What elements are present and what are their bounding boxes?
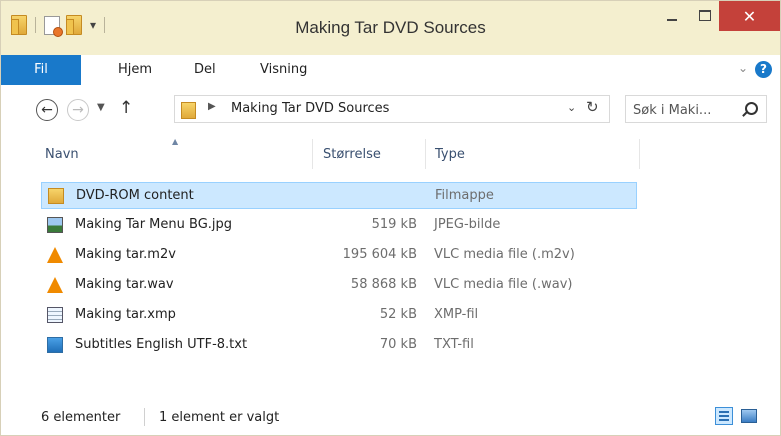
breadcrumb-separator-icon[interactable]: ▶ xyxy=(208,101,216,112)
file-type: XMP-fil xyxy=(434,307,479,322)
new-folder-icon[interactable] xyxy=(66,15,82,35)
file-name: Making tar.wav xyxy=(75,277,174,292)
column-type[interactable]: Type xyxy=(435,147,465,162)
customize-toolbar-icon[interactable]: ▾ xyxy=(90,18,96,32)
expand-ribbon-icon[interactable]: ⌄ xyxy=(738,61,748,75)
file-row-dvd-rom-content[interactable]: DVD-ROM content Filmappe xyxy=(41,182,637,209)
file-size: 519 kB xyxy=(371,217,417,232)
vlc-icon xyxy=(47,277,63,293)
breadcrumb-current[interactable]: Making Tar DVD Sources xyxy=(231,101,389,116)
column-name[interactable]: Navn xyxy=(45,147,79,162)
refresh-icon[interactable]: ↻ xyxy=(586,98,599,116)
search-box[interactable] xyxy=(625,95,767,124)
file-row-making-tar-m2v[interactable]: Making tar.m2v 195 604 kB VLC media file… xyxy=(41,242,637,269)
details-view-icon[interactable] xyxy=(715,407,733,425)
column-divider[interactable] xyxy=(312,139,313,169)
minimize-button[interactable] xyxy=(658,1,686,29)
minimize-icon xyxy=(667,19,677,21)
vlc-icon xyxy=(47,247,63,263)
folder-icon xyxy=(48,188,64,204)
address-bar[interactable]: ▶ Making Tar DVD Sources ⌄ ↻ xyxy=(174,95,610,123)
file-list: ▲ Navn Størrelse Type DVD-ROM content Fi… xyxy=(1,135,780,395)
column-divider[interactable] xyxy=(425,139,426,169)
file-row-making-tar-wav[interactable]: Making tar.wav 58 868 kB VLC media file … xyxy=(41,272,637,299)
large-icons-view-icon[interactable] xyxy=(741,409,757,423)
toolbar-separator xyxy=(35,17,36,33)
item-count: 6 elementer xyxy=(41,410,121,425)
file-row-subtitles-txt[interactable]: Subtitles English UTF-8.txt 70 kB TXT-fi… xyxy=(41,332,637,359)
toolbar-separator xyxy=(104,17,106,33)
selection-count: 1 element er valgt xyxy=(159,410,280,425)
file-name: DVD-ROM content xyxy=(76,188,194,203)
folder-icon xyxy=(181,102,196,119)
file-type: VLC media file (.m2v) xyxy=(434,247,575,262)
tab-home[interactable]: Hjem xyxy=(118,55,152,85)
close-button[interactable]: ✕ xyxy=(719,1,780,31)
file-type: VLC media file (.wav) xyxy=(434,277,573,292)
status-bar: 6 elementer 1 element er valgt xyxy=(1,395,780,435)
file-name: Making tar.xmp xyxy=(75,307,176,322)
file-type: JPEG-bilde xyxy=(434,217,501,232)
recent-locations-icon[interactable]: ▼ xyxy=(97,102,105,113)
search-icon[interactable] xyxy=(745,102,758,115)
address-dropdown-icon[interactable]: ⌄ xyxy=(567,101,576,114)
sort-ascending-icon: ▲ xyxy=(172,137,179,146)
ribbon-tabs: Fil Hjem Del Visning ⌄ ? xyxy=(1,55,780,86)
file-size: 52 kB xyxy=(379,307,417,322)
file-type: Filmappe xyxy=(435,188,494,203)
forward-button[interactable]: → xyxy=(67,99,89,121)
tab-file[interactable]: Fil xyxy=(1,55,81,85)
search-input[interactable] xyxy=(626,96,745,124)
column-divider[interactable] xyxy=(639,139,640,169)
maximize-button[interactable] xyxy=(691,1,719,29)
file-name: Subtitles English UTF-8.txt xyxy=(75,337,248,352)
maximize-icon xyxy=(699,9,711,21)
folder-icon[interactable] xyxy=(11,15,27,35)
file-row-making-tar-xmp[interactable]: Making tar.xmp 52 kB XMP-fil xyxy=(41,302,637,329)
explorer-window: ▾ Making Tar DVD Sources ✕ Fil Hjem Del … xyxy=(0,0,781,436)
text-file-icon xyxy=(47,337,63,353)
tab-view[interactable]: Visning xyxy=(260,55,307,85)
status-divider xyxy=(144,408,145,426)
properties-icon[interactable] xyxy=(44,15,63,37)
tab-share[interactable]: Del xyxy=(194,55,216,85)
file-size: 58 868 kB xyxy=(350,277,417,292)
title-bar[interactable]: ▾ Making Tar DVD Sources ✕ xyxy=(1,1,780,55)
xmp-file-icon xyxy=(47,307,63,323)
help-icon[interactable]: ? xyxy=(755,61,772,78)
file-name: Making Tar Menu BG.jpg xyxy=(75,217,233,232)
file-size: 70 kB xyxy=(379,337,417,352)
file-row-menu-bg-jpg[interactable]: Making Tar Menu BG.jpg 519 kB JPEG-bilde xyxy=(41,212,637,239)
file-size: 195 604 kB xyxy=(342,247,417,262)
navigation-bar: ← → ▼ ↑ ▶ Making Tar DVD Sources ⌄ ↻ xyxy=(1,85,780,135)
back-button[interactable]: ← xyxy=(36,99,58,121)
file-type: TXT-fil xyxy=(434,337,474,352)
image-icon xyxy=(47,217,63,233)
column-header-row: ▲ Navn Størrelse Type xyxy=(1,135,641,173)
column-size[interactable]: Størrelse xyxy=(323,147,381,162)
file-name: Making tar.m2v xyxy=(75,247,176,262)
quick-access-toolbar: ▾ xyxy=(11,15,107,37)
up-button[interactable]: ↑ xyxy=(119,98,133,118)
